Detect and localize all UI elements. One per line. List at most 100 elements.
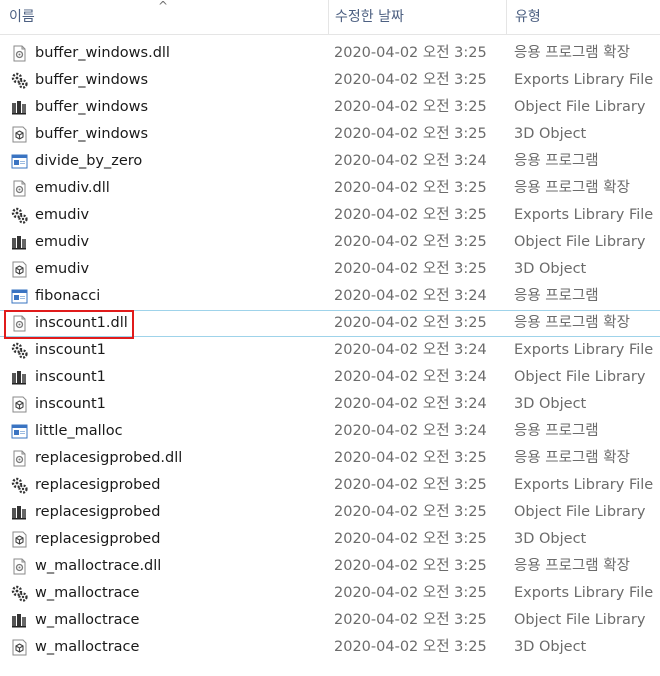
- file-type: Object File Library: [514, 234, 646, 250]
- file-date-modified: 2020-04-02 오전 3:25: [334, 45, 487, 61]
- dll-icon: [11, 315, 28, 332]
- file-row[interactable]: inscount1.dll 2020-04-02 오전 3:25 응용 프로그램 확…: [0, 310, 660, 337]
- file-name: w_malloctrace: [35, 585, 140, 601]
- file-row[interactable]: buffer_windows 2020-04-02 오전 3:25 3D Objec…: [0, 121, 660, 148]
- file-row[interactable]: inscount1 2020-04-02 오전 3:24 Exports Libra…: [0, 337, 660, 364]
- file-date-modified: 2020-04-02 오전 3:25: [334, 639, 487, 655]
- exports-library-icon: [11, 342, 28, 359]
- file-row[interactable]: emudiv 2020-04-02 오전 3:25 3D Object: [0, 256, 660, 283]
- dll-icon: [11, 450, 28, 467]
- file-row[interactable]: divide_by_zero 2020-04-02 오전 3:24 응용 프로그램: [0, 148, 660, 175]
- file-type: 3D Object: [514, 261, 587, 277]
- 3d-object-icon: [11, 261, 28, 278]
- file-type: Exports Library File: [514, 342, 654, 358]
- file-row[interactable]: inscount1 2020-04-02 오전 3:24 3D Object: [0, 391, 660, 418]
- file-list: buffer_windows.dll 2020-04-02 오전 3:25 응용 프…: [0, 40, 660, 661]
- file-name: replacesigprobed: [35, 504, 161, 520]
- file-type: 3D Object: [514, 396, 587, 412]
- application-icon: [11, 288, 28, 305]
- file-row[interactable]: w_malloctrace 2020-04-02 오전 3:25 Exports L…: [0, 580, 660, 607]
- file-date-modified: 2020-04-02 오전 3:25: [334, 126, 487, 142]
- file-date-modified: 2020-04-02 오전 3:25: [334, 612, 487, 628]
- file-type: 응용 프로그램 확장: [514, 180, 630, 196]
- file-row[interactable]: buffer_windows 2020-04-02 오전 3:25 Object F…: [0, 94, 660, 121]
- file-row[interactable]: replacesigprobed 2020-04-02 오전 3:25 Object…: [0, 499, 660, 526]
- file-row[interactable]: w_malloctrace 2020-04-02 오전 3:25 3D Object: [0, 634, 660, 661]
- file-date-modified: 2020-04-02 오전 3:25: [334, 99, 487, 115]
- exports-library-icon: [11, 477, 28, 494]
- column-header-name[interactable]: 이름: [9, 0, 324, 34]
- file-date-modified: 2020-04-02 오전 3:25: [334, 261, 487, 277]
- file-row[interactable]: inscount1 2020-04-02 오전 3:24 Object File L…: [0, 364, 660, 391]
- file-type: Object File Library: [514, 369, 646, 385]
- file-name: inscount1: [35, 369, 106, 385]
- file-type: Exports Library File: [514, 72, 654, 88]
- file-explorer: ^ 이름 수정한 날짜 유형 buffer_windows.dll 2020-04…: [0, 0, 660, 676]
- file-row[interactable]: emudiv 2020-04-02 오전 3:25 Exports Library …: [0, 202, 660, 229]
- file-row[interactable]: w_malloctrace 2020-04-02 오전 3:25 Object Fi…: [0, 607, 660, 634]
- object-library-icon: [11, 504, 28, 521]
- file-type: 3D Object: [514, 126, 587, 142]
- application-icon: [11, 423, 28, 440]
- exports-library-icon: [11, 207, 28, 224]
- file-type: 응용 프로그램: [514, 423, 599, 439]
- file-row[interactable]: emudiv.dll 2020-04-02 오전 3:25 응용 프로그램 확장: [0, 175, 660, 202]
- object-library-icon: [11, 99, 28, 116]
- file-date-modified: 2020-04-02 오전 3:24: [334, 153, 487, 169]
- file-name: emudiv: [35, 261, 90, 277]
- file-row[interactable]: little_malloc 2020-04-02 오전 3:24 응용 프로그램: [0, 418, 660, 445]
- file-date-modified: 2020-04-02 오전 3:25: [334, 450, 487, 466]
- file-name: emudiv: [35, 207, 90, 223]
- file-type: Exports Library File: [514, 207, 654, 223]
- file-name: buffer_windows: [35, 99, 149, 115]
- file-date-modified: 2020-04-02 오전 3:25: [334, 315, 487, 331]
- 3d-object-icon: [11, 531, 28, 548]
- object-library-icon: [11, 234, 28, 251]
- file-name: w_malloctrace: [35, 612, 140, 628]
- object-library-icon: [11, 369, 28, 386]
- dll-icon: [11, 180, 28, 197]
- column-header-type[interactable]: 유형: [506, 0, 660, 34]
- file-date-modified: 2020-04-02 오전 3:25: [334, 558, 487, 574]
- file-date-modified: 2020-04-02 오전 3:24: [334, 396, 487, 412]
- file-name: divide_by_zero: [35, 153, 143, 169]
- 3d-object-icon: [11, 639, 28, 656]
- file-row[interactable]: buffer_windows 2020-04-02 오전 3:25 Exports …: [0, 67, 660, 94]
- file-date-modified: 2020-04-02 오전 3:25: [334, 504, 487, 520]
- file-name: inscount1: [35, 342, 106, 358]
- file-date-modified: 2020-04-02 오전 3:25: [334, 234, 487, 250]
- file-type: 응용 프로그램 확장: [514, 558, 630, 574]
- file-type: Object File Library: [514, 504, 646, 520]
- file-date-modified: 2020-04-02 오전 3:25: [334, 180, 487, 196]
- file-date-modified: 2020-04-02 오전 3:25: [334, 72, 487, 88]
- file-row[interactable]: w_malloctrace.dll 2020-04-02 오전 3:25 응용 프로…: [0, 553, 660, 580]
- file-type: 응용 프로그램: [514, 288, 599, 304]
- file-name: fibonacci: [35, 288, 101, 304]
- file-row[interactable]: fibonacci 2020-04-02 오전 3:24 응용 프로그램: [0, 283, 660, 310]
- file-type: 3D Object: [514, 531, 587, 547]
- 3d-object-icon: [11, 126, 28, 143]
- file-name: emudiv: [35, 234, 90, 250]
- file-row[interactable]: emudiv 2020-04-02 오전 3:25 Object File Libr…: [0, 229, 660, 256]
- file-name: inscount1.dll: [35, 315, 128, 331]
- file-date-modified: 2020-04-02 오전 3:24: [334, 342, 487, 358]
- file-name: inscount1: [35, 396, 106, 412]
- file-date-modified: 2020-04-02 오전 3:25: [334, 477, 487, 493]
- file-type: 3D Object: [514, 639, 587, 655]
- file-type: 응용 프로그램: [514, 153, 599, 169]
- file-name: buffer_windows: [35, 126, 149, 142]
- file-type: 응용 프로그램 확장: [514, 315, 630, 331]
- file-type: Object File Library: [514, 99, 646, 115]
- dll-icon: [11, 45, 28, 62]
- file-type: Object File Library: [514, 612, 646, 628]
- column-header-date-modified[interactable]: 수정한 날짜: [328, 0, 504, 34]
- file-row[interactable]: replacesigprobed 2020-04-02 오전 3:25 Export…: [0, 472, 660, 499]
- file-name: w_malloctrace.dll: [35, 558, 162, 574]
- file-row[interactable]: buffer_windows.dll 2020-04-02 오전 3:25 응용 프…: [0, 40, 660, 67]
- column-header-bar: ^ 이름 수정한 날짜 유형: [0, 0, 660, 35]
- file-name: emudiv.dll: [35, 180, 110, 196]
- file-type: Exports Library File: [514, 585, 654, 601]
- file-row[interactable]: replacesigprobed.dll 2020-04-02 오전 3:25 응용…: [0, 445, 660, 472]
- file-date-modified: 2020-04-02 오전 3:25: [334, 531, 487, 547]
- file-row[interactable]: replacesigprobed 2020-04-02 오전 3:25 3D Obj…: [0, 526, 660, 553]
